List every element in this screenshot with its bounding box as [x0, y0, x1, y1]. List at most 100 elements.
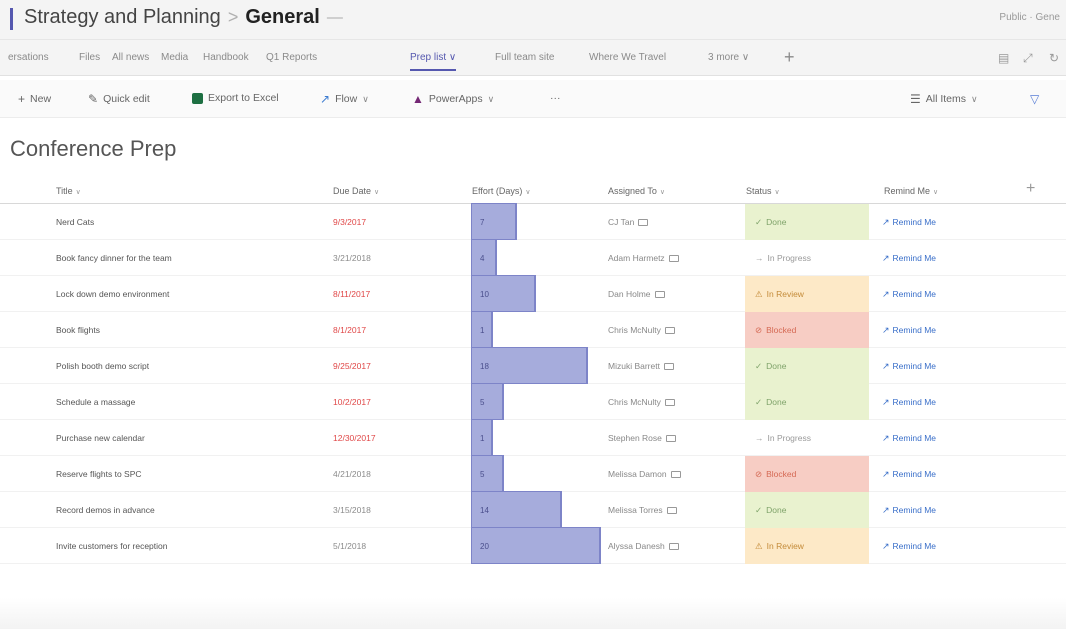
flow-arrow-icon: ↗ [882, 505, 890, 515]
conversation-icon[interactable]: ▤ [998, 51, 1009, 65]
add-column-icon[interactable]: + [1026, 180, 1035, 198]
row-title[interactable]: Book fancy dinner for the team [56, 253, 172, 263]
column-header-due-date[interactable]: Due Date ∨ [333, 186, 379, 196]
tab-conversations[interactable]: ersations [8, 52, 49, 63]
remind-me-button[interactable]: ↗ Remind Me [882, 325, 936, 336]
remind-me-button[interactable]: ↗ Remind Me [882, 253, 936, 264]
tab-more[interactable]: 3 more ∨ [708, 52, 749, 63]
flow-arrow-icon: ↗ [882, 325, 890, 335]
table-row[interactable]: Reserve flights to SPC 4/21/2018 5 Melissa … [0, 455, 1066, 492]
row-title[interactable]: Polish booth demo script [56, 361, 149, 371]
quick-edit-button[interactable]: ✎ Quick edit [88, 92, 150, 106]
contact-card-icon[interactable] [668, 543, 679, 551]
tab-handbook[interactable]: Handbook [203, 52, 249, 63]
remind-me-button[interactable]: ↗ Remind Me [882, 289, 936, 300]
status-done-icon: ✓ [755, 217, 763, 227]
row-title[interactable]: Schedule a massage [56, 397, 135, 407]
add-tab-icon[interactable]: + [784, 47, 795, 68]
row-assigned-to[interactable]: CJ Tan [608, 217, 649, 227]
more-commands-button[interactable]: ··· [550, 92, 561, 104]
assignee-name: CJ Tan [608, 217, 635, 227]
new-button[interactable]: + New [18, 92, 51, 106]
contact-card-icon[interactable] [670, 471, 681, 479]
powerapps-button[interactable]: ▲ PowerApps ∨ [412, 92, 494, 106]
flow-button[interactable]: ↗ Flow ∨ [320, 92, 369, 106]
row-assigned-to[interactable]: Stephen Rose [608, 433, 676, 443]
row-due-date: 9/25/2017 [333, 361, 371, 371]
expand-icon[interactable]: ⤢ [1023, 51, 1033, 66]
contact-card-icon[interactable] [665, 435, 676, 443]
refresh-icon[interactable]: ↻ [1049, 51, 1059, 65]
remind-me-button[interactable]: ↗ Remind Me [882, 361, 936, 372]
effort-value: 14 [480, 506, 489, 515]
row-assigned-to[interactable]: Melissa Torres [608, 505, 677, 515]
team-name[interactable]: Strategy and Planning [24, 6, 221, 29]
tab-media[interactable]: Media [161, 52, 188, 63]
remind-me-button[interactable]: ↗ Remind Me [882, 433, 936, 444]
assignee-name: Dan Holme [608, 289, 651, 299]
row-title[interactable]: Record demos in advance [56, 505, 155, 515]
filter-button[interactable]: ▽ [1030, 92, 1039, 106]
row-title[interactable]: Purchase new calendar [56, 433, 145, 443]
row-assigned-to[interactable]: Melissa Damon [608, 469, 681, 479]
column-header-title[interactable]: Title ∨ [56, 186, 81, 196]
table-row[interactable]: Polish booth demo script 9/25/2017 18 Mizuk… [0, 347, 1066, 384]
row-assigned-to[interactable]: Dan Holme [608, 289, 665, 299]
column-header-assigned-to[interactable]: Assigned To ∨ [608, 186, 665, 196]
effort-value: 20 [480, 542, 489, 551]
tab-q1-reports[interactable]: Q1 Reports [266, 52, 317, 63]
table-row[interactable]: Schedule a massage 10/2/2017 5 Chris McNult… [0, 383, 1066, 420]
tab-full-team-site[interactable]: Full team site [495, 52, 554, 63]
table-row[interactable]: Record demos in advance 3/15/2018 14 Meliss… [0, 491, 1066, 528]
remind-me-button[interactable]: ↗ Remind Me [882, 541, 936, 552]
table-row[interactable]: Nerd Cats 9/3/2017 7 CJ Tan ✓ Done ↗ Remind Me [0, 203, 1066, 240]
row-title[interactable]: Lock down demo environment [56, 289, 169, 299]
contact-card-icon[interactable] [664, 327, 675, 335]
column-header-effort[interactable]: Effort (Days) ∨ [472, 186, 530, 196]
channel-name[interactable]: General [245, 6, 319, 29]
tab-where-we-travel[interactable]: Where We Travel [589, 52, 666, 63]
channel-more-icon[interactable]: — [327, 9, 343, 27]
view-selector[interactable]: ☰ All Items ∨ [910, 92, 978, 106]
contact-card-icon[interactable] [654, 291, 665, 299]
export-excel-button[interactable]: Export to Excel [192, 92, 279, 104]
row-title[interactable]: Book flights [56, 325, 100, 335]
row-assigned-to[interactable]: Mizuki Barrett [608, 361, 674, 371]
contact-card-icon[interactable] [638, 219, 649, 227]
table-row[interactable]: Book flights 8/1/2017 1 Chris McNulty ⊘ Block… [0, 311, 1066, 348]
row-due-date: 10/2/2017 [333, 397, 371, 407]
contact-card-icon[interactable] [664, 399, 675, 407]
effort-value: 7 [480, 218, 485, 227]
filter-icon: ▽ [1030, 92, 1040, 106]
tab-all-news[interactable]: All news [112, 52, 149, 63]
effort-bar: 1 [471, 311, 493, 348]
contact-card-icon[interactable] [668, 255, 679, 263]
remind-me-button[interactable]: ↗ Remind Me [882, 505, 936, 516]
column-header-remind-me[interactable]: Remind Me ∨ [884, 186, 938, 196]
table-row[interactable]: Book fancy dinner for the team 3/21/2018 4… [0, 239, 1066, 276]
table-row[interactable]: Purchase new calendar 12/30/2017 1 Stephen … [0, 419, 1066, 456]
row-assigned-to[interactable]: Chris McNulty [608, 325, 675, 335]
column-header-status[interactable]: Status ∨ [746, 186, 780, 196]
table-row[interactable]: Lock down demo environment 8/11/2017 10 Dan… [0, 275, 1066, 312]
row-title[interactable]: Reserve flights to SPC [56, 469, 142, 479]
contact-card-icon[interactable] [663, 363, 674, 371]
contact-card-icon[interactable] [666, 507, 677, 515]
assignee-name: Alyssa Danesh [608, 541, 665, 551]
status-pill: ⊘ Blocked [745, 312, 869, 348]
row-assigned-to[interactable]: Chris McNulty [608, 397, 675, 407]
row-assigned-to[interactable]: Alyssa Danesh [608, 541, 679, 551]
tab-files[interactable]: Files [79, 52, 100, 63]
remind-me-button[interactable]: ↗ Remind Me [882, 397, 936, 408]
remind-me-button[interactable]: ↗ Remind Me [882, 217, 936, 228]
tab-prep-list[interactable]: Prep list ∨ [410, 52, 457, 71]
row-assigned-to[interactable]: Adam Harmetz [608, 253, 679, 263]
effort-bar: 5 [471, 383, 504, 420]
effort-bar: 18 [471, 347, 588, 384]
remind-me-button[interactable]: ↗ Remind Me [882, 469, 936, 480]
table-row[interactable]: Invite customers for reception 5/1/2018 20… [0, 527, 1066, 564]
row-title[interactable]: Invite customers for reception [56, 541, 168, 551]
row-title[interactable]: Nerd Cats [56, 217, 94, 227]
remind-me-label: Remind Me [892, 217, 937, 227]
assignee-name: Mizuki Barrett [608, 361, 660, 371]
